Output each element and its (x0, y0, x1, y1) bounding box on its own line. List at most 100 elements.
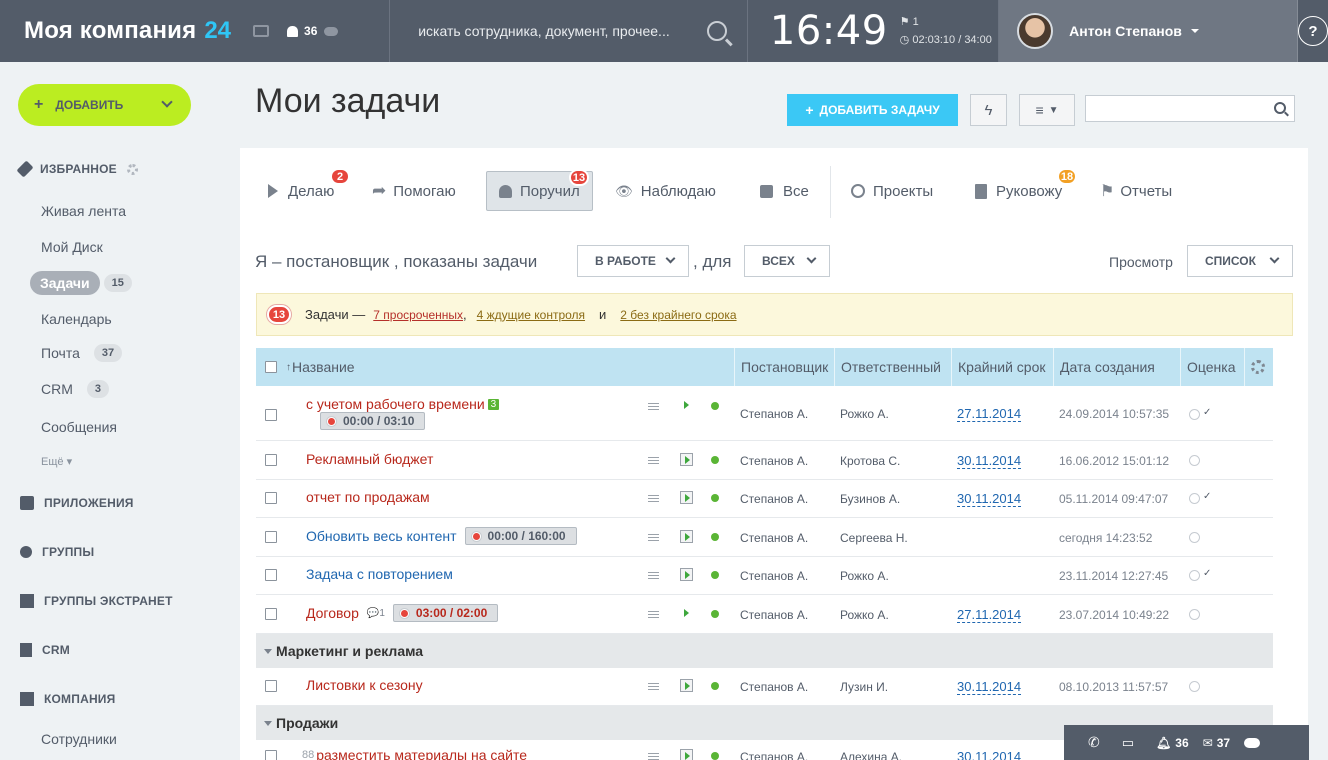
sidebar-item-feed[interactable]: Живая лента (41, 203, 126, 219)
responsible[interactable]: Рожко А. (840, 569, 889, 583)
rating-circle[interactable] (1189, 570, 1200, 581)
notifications-button[interactable]: 36 (287, 24, 317, 38)
chat-icon[interactable]: ▭ (1122, 735, 1134, 751)
creator[interactable]: Степанов А. (740, 569, 808, 583)
search-icon[interactable] (1274, 102, 1286, 114)
quick-task-button[interactable]: ϟ (970, 94, 1007, 126)
view-dropdown[interactable]: СПИСОК (1187, 245, 1293, 277)
header-search[interactable]: искать сотрудника, документ, прочее... (390, 0, 748, 62)
task-title[interactable]: Обновить весь контент 00:00 / 160:00 (306, 527, 577, 545)
creator[interactable]: Степанов А. (740, 608, 808, 622)
sidebar-item-employees[interactable]: Сотрудники (41, 731, 117, 747)
cloud-icon[interactable] (324, 26, 339, 36)
tab-all[interactable]: Все (760, 170, 809, 212)
menu-icon[interactable] (648, 611, 659, 618)
deadline[interactable]: 30.11.2014 (957, 491, 1022, 507)
task-title[interactable]: отчет по продажам (306, 489, 430, 505)
company-section[interactable]: КОМПАНИЯ (20, 692, 115, 706)
tab-managing[interactable]: Руковожу 18 (975, 168, 1077, 212)
deadline[interactable]: 27.11.2014 (957, 607, 1022, 623)
creator[interactable]: Степанов А. (740, 407, 808, 421)
view-menu-button[interactable]: ≡ ▼ (1019, 94, 1075, 126)
col-rating[interactable]: Оценка (1180, 348, 1236, 386)
table-row[interactable]: Задача с повторением Степанов А. Рожко А… (256, 557, 1273, 595)
play-icon[interactable] (680, 568, 693, 581)
row-checkbox[interactable] (265, 409, 277, 421)
sidebar-item-tasks[interactable]: Задачи 15 (30, 271, 132, 295)
menu-icon[interactable] (648, 683, 659, 690)
responsible[interactable]: Рожко А. (840, 407, 889, 421)
task-timer[interactable]: 03:00 / 02:00 (392, 604, 499, 622)
play-icon[interactable] (680, 530, 693, 543)
row-checkbox[interactable] (265, 569, 277, 581)
menu-icon[interactable] (648, 572, 659, 579)
col-created[interactable]: Дата создания (1053, 348, 1155, 386)
search-icon[interactable] (706, 21, 727, 41)
play-icon[interactable] (680, 491, 693, 504)
deadline[interactable]: 30.11.2014 (957, 749, 1021, 760)
task-timer[interactable]: 00:00 / 03:10 (320, 412, 426, 430)
sidebar-item-messages[interactable]: Сообщения (41, 419, 117, 435)
rating-circle[interactable] (1189, 609, 1200, 620)
tab-helping[interactable]: ➦ Помогаю (372, 170, 456, 212)
mail-button[interactable]: ✉ 37 (1203, 736, 1230, 750)
task-title[interactable]: Задача с повторением (306, 566, 453, 582)
settings-icon[interactable] (126, 163, 138, 175)
tab-projects[interactable]: Проекты (851, 170, 933, 212)
task-title[interactable]: 88 разместить материалы на сайте (302, 747, 527, 760)
time-widget[interactable]: 16:49 ⚑ 1 ◷ 02:03:10 / 34:00 (748, 0, 1000, 62)
col-deadline[interactable]: Крайний срок (951, 348, 1046, 386)
notifications-button[interactable]: 🔔︎ 36 (1156, 736, 1189, 750)
deadline[interactable]: 30.11.2014 (957, 679, 1022, 695)
select-all-checkbox[interactable] (265, 361, 277, 373)
row-checkbox[interactable] (265, 492, 277, 504)
play-icon[interactable] (680, 399, 693, 412)
play-icon[interactable] (680, 749, 693, 760)
row-checkbox[interactable] (265, 680, 277, 692)
rating-circle[interactable] (1189, 455, 1200, 466)
sidebar-item-disk[interactable]: Мой Диск (41, 239, 103, 255)
creator[interactable]: Степанов А. (740, 680, 808, 694)
table-row[interactable]: Договор 💬 1 03:00 / 02:00 Степанов А. Ро… (256, 595, 1273, 634)
task-title[interactable]: Договор 💬 1 03:00 / 02:00 (306, 604, 499, 622)
rating-circle[interactable] (1189, 532, 1200, 543)
tab-reports[interactable]: ⚑ Отчеты (1100, 170, 1172, 212)
groups-section[interactable]: ГРУППЫ (20, 545, 94, 559)
deadline[interactable]: 30.11.2014 (957, 453, 1022, 469)
menu-icon[interactable] (648, 753, 659, 760)
waiting-link[interactable]: 4 ждущие контроля (477, 308, 585, 322)
play-icon[interactable] (680, 607, 693, 620)
col-name[interactable]: ↑ Название (284, 348, 355, 386)
row-checkbox[interactable] (265, 608, 277, 620)
sidebar-item-crm[interactable]: CRM 3 (41, 380, 110, 398)
menu-icon[interactable] (648, 403, 659, 410)
creator[interactable]: Степанов А. (740, 492, 808, 506)
task-title[interactable]: Листовки к сезону (306, 677, 423, 693)
creator[interactable]: Степанов А. (740, 750, 808, 760)
table-row[interactable]: с учетом рабочего времени 3 00:00 / 03:1… (256, 386, 1273, 441)
no-deadline-link[interactable]: 2 без крайнего срока (620, 308, 736, 322)
rating-circle[interactable] (1189, 681, 1200, 692)
rating-circle[interactable] (1189, 493, 1200, 504)
deadline[interactable]: 27.11.2014 (957, 406, 1022, 422)
table-row[interactable]: Обновить весь контент 00:00 / 160:00 Сте… (256, 518, 1273, 557)
extranet-section[interactable]: ГРУППЫ ЭКСТРАНЕТ (20, 594, 173, 608)
tab-watching[interactable]: 👁 Наблюдаю (615, 170, 716, 212)
responsible[interactable]: Лузин И. (840, 680, 888, 694)
creator[interactable]: Степанов А. (740, 454, 808, 468)
add-button[interactable]: + ДОБАВИТЬ (18, 84, 191, 126)
play-icon[interactable] (680, 679, 693, 692)
responsible[interactable]: Бузинов А. (840, 492, 900, 506)
sidebar-more[interactable]: Ещё ▾ (41, 455, 72, 468)
table-row[interactable]: Листовки к сезону Степанов А. Лузин И. 3… (256, 668, 1273, 706)
task-title[interactable]: Рекламный бюджет (306, 451, 433, 467)
tab-assigned[interactable]: Поручил 13 (486, 169, 593, 211)
task-timer[interactable]: 00:00 / 160:00 (464, 527, 577, 545)
chat-icon[interactable] (253, 25, 270, 37)
apps-section[interactable]: ПРИЛОЖЕНИЯ (20, 496, 134, 510)
table-row[interactable]: отчет по продажам Степанов А. Бузинов А.… (256, 480, 1273, 518)
task-search-input[interactable] (1085, 95, 1295, 122)
crm-section[interactable]: CRM (20, 643, 70, 657)
user-menu[interactable]: Антон Степанов (999, 0, 1298, 62)
menu-icon[interactable] (648, 457, 659, 464)
